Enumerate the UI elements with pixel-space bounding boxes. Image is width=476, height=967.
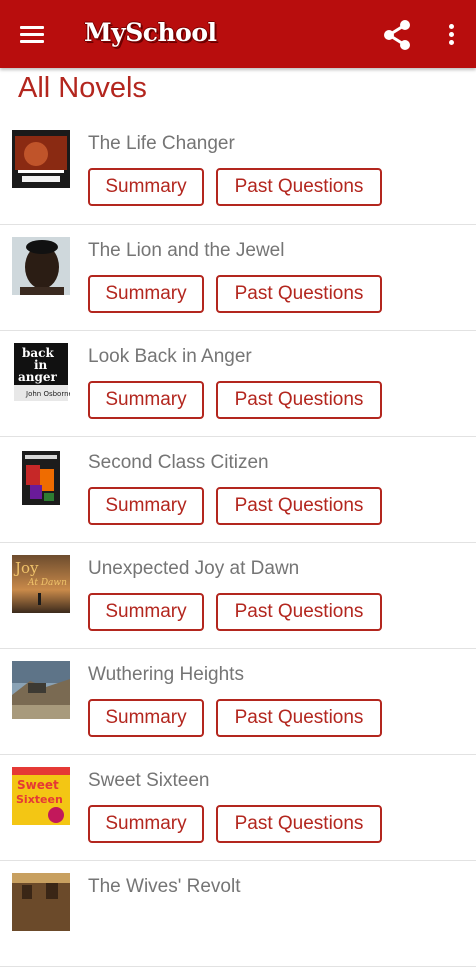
past-questions-button[interactable]: Past Questions xyxy=(216,593,382,631)
novel-title: Wuthering Heights xyxy=(88,664,244,685)
past-questions-button[interactable]: Past Questions xyxy=(216,275,382,313)
novel-title: Second Class Citizen xyxy=(88,452,269,473)
book-cover-image xyxy=(12,237,70,295)
book-cover-image: Sweet Sixteen xyxy=(12,767,70,825)
novel-title: The Lion and the Jewel xyxy=(88,240,285,261)
summary-button[interactable]: Summary xyxy=(88,699,204,737)
past-questions-button[interactable]: Past Questions xyxy=(216,381,382,419)
summary-button[interactable]: Summary xyxy=(88,381,204,419)
novel-list: The Life Changer Summary Past Questions … xyxy=(0,118,476,967)
list-item[interactable]: The Lion and the Jewel Summary Past Ques… xyxy=(0,225,476,331)
svg-text:At Dawn: At Dawn xyxy=(27,578,67,588)
list-item[interactable]: Sweet Sixteen Sweet Sixteen Summary Past… xyxy=(0,755,476,861)
summary-button[interactable]: Summary xyxy=(88,487,204,525)
svg-text:John Osborne: John Osborne xyxy=(25,390,70,398)
novel-title: Sweet Sixteen xyxy=(88,770,210,791)
more-vert-icon[interactable] xyxy=(442,22,462,48)
past-questions-button[interactable]: Past Questions xyxy=(216,699,382,737)
app-logo: MySchool xyxy=(84,18,217,47)
svg-text:anger: anger xyxy=(18,370,58,384)
book-cover-image xyxy=(12,130,70,188)
list-item[interactable]: The Life Changer Summary Past Questions xyxy=(0,118,476,225)
menu-icon[interactable] xyxy=(20,24,46,44)
app-bar: MySchool xyxy=(0,0,476,68)
past-questions-button[interactable]: Past Questions xyxy=(216,487,382,525)
book-cover-image: Joy At Dawn xyxy=(12,555,70,613)
novel-title: Look Back in Anger xyxy=(88,346,252,367)
list-item[interactable]: Second Class Citizen Summary Past Questi… xyxy=(0,437,476,543)
list-item[interactable]: Wuthering Heights Summary Past Questions xyxy=(0,649,476,755)
book-cover-image xyxy=(12,661,70,719)
past-questions-button[interactable]: Past Questions xyxy=(216,805,382,843)
list-item[interactable]: The Wives' Revolt xyxy=(0,861,476,967)
summary-button[interactable]: Summary xyxy=(88,168,204,206)
list-item[interactable]: Joy At Dawn Unexpected Joy at Dawn Summa… xyxy=(0,543,476,649)
page-title: All Novels xyxy=(18,72,147,104)
novel-title: The Wives' Revolt xyxy=(88,876,241,897)
book-cover-image: back in anger John Osborne xyxy=(12,343,70,401)
summary-button[interactable]: Summary xyxy=(88,275,204,313)
share-icon[interactable] xyxy=(380,18,414,52)
book-cover-image xyxy=(12,873,70,931)
book-cover-image xyxy=(12,449,70,507)
svg-text:Joy: Joy xyxy=(13,559,39,577)
novel-title: Unexpected Joy at Dawn xyxy=(88,558,300,579)
list-item[interactable]: back in anger John Osborne Look Back in … xyxy=(0,331,476,437)
summary-button[interactable]: Summary xyxy=(88,805,204,843)
svg-text:Sweet: Sweet xyxy=(17,778,59,792)
svg-text:Sixteen: Sixteen xyxy=(16,793,63,806)
summary-button[interactable]: Summary xyxy=(88,593,204,631)
novel-title: The Life Changer xyxy=(88,133,235,154)
past-questions-button[interactable]: Past Questions xyxy=(216,168,382,206)
